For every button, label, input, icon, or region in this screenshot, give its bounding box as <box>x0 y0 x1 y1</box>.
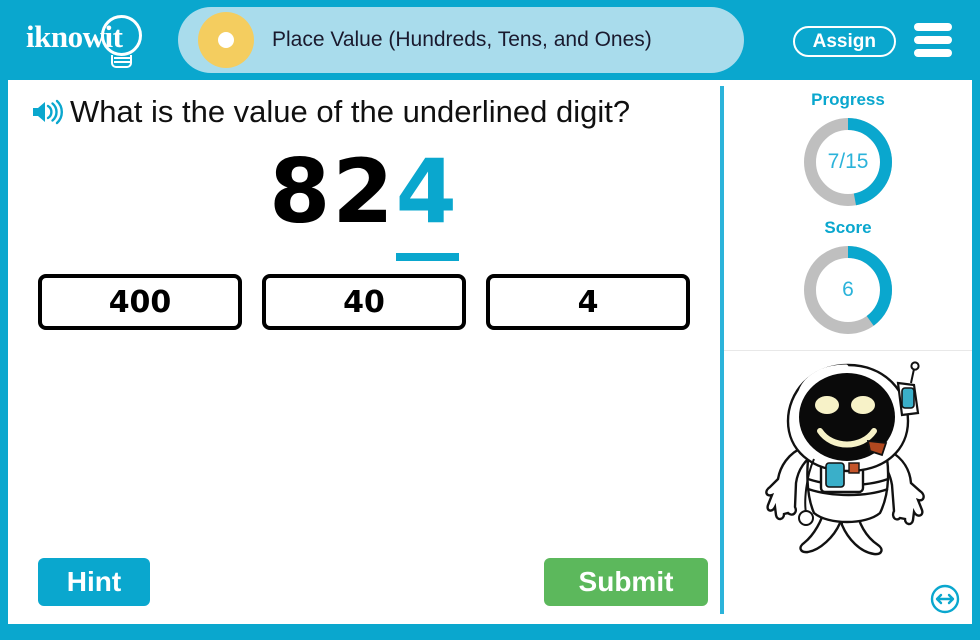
lesson-bullet-icon <box>198 12 254 68</box>
lightbulb-base-icon <box>111 55 132 68</box>
astronaut-mascot-icon <box>765 361 925 556</box>
score-label: Score <box>824 218 872 237</box>
progress-donut: 7/15 <box>802 116 894 208</box>
app-header: iknowit Place Value (Hundreds, Tens, and… <box>8 0 972 80</box>
assign-button[interactable]: Assign <box>792 26 896 57</box>
hint-button[interactable]: Hint <box>38 558 150 606</box>
answer-options: 400 40 4 <box>8 274 720 330</box>
answer-option-3[interactable]: 4 <box>486 274 690 330</box>
submit-button[interactable]: Submit <box>544 558 708 606</box>
question-row: What is the value of the underlined digi… <box>8 80 720 130</box>
question-panel: What is the value of the underlined digi… <box>8 80 720 624</box>
resize-expand-icon[interactable] <box>930 584 960 614</box>
speaker-audio-icon[interactable] <box>30 97 64 127</box>
lesson-bullet-inner-icon <box>218 32 234 48</box>
app-frame: iknowit Place Value (Hundreds, Tens, and… <box>0 0 980 640</box>
menu-bar-3 <box>914 49 952 57</box>
answer-option-1[interactable]: 400 <box>38 274 242 330</box>
brand-logo[interactable]: iknowit <box>8 0 168 80</box>
progress-label: Progress <box>811 90 885 109</box>
number-plain-digits: 82 <box>269 140 396 243</box>
lightbulb-icon <box>101 15 142 56</box>
score-donut: 6 <box>802 244 894 336</box>
lesson-title-pill: Place Value (Hundreds, Tens, and Ones) <box>178 7 744 73</box>
number-display: 824 <box>8 140 720 261</box>
number-highlighted-digit: 4 <box>395 140 459 261</box>
menu-bar-2 <box>914 36 952 44</box>
sidebar-divider <box>724 350 972 351</box>
hamburger-menu-icon[interactable] <box>914 23 952 57</box>
lesson-title: Place Value (Hundreds, Tens, and Ones) <box>272 28 652 51</box>
progress-value: 7/15 <box>827 150 869 173</box>
stats-sidebar: Progress 7/15 Score 6 <box>724 80 972 624</box>
menu-bar-1 <box>914 23 952 31</box>
score-value: 6 <box>842 278 854 301</box>
question-prompt: What is the value of the underlined digi… <box>70 94 631 129</box>
content-area: What is the value of the underlined digi… <box>8 80 972 624</box>
answer-option-2[interactable]: 40 <box>262 274 466 330</box>
